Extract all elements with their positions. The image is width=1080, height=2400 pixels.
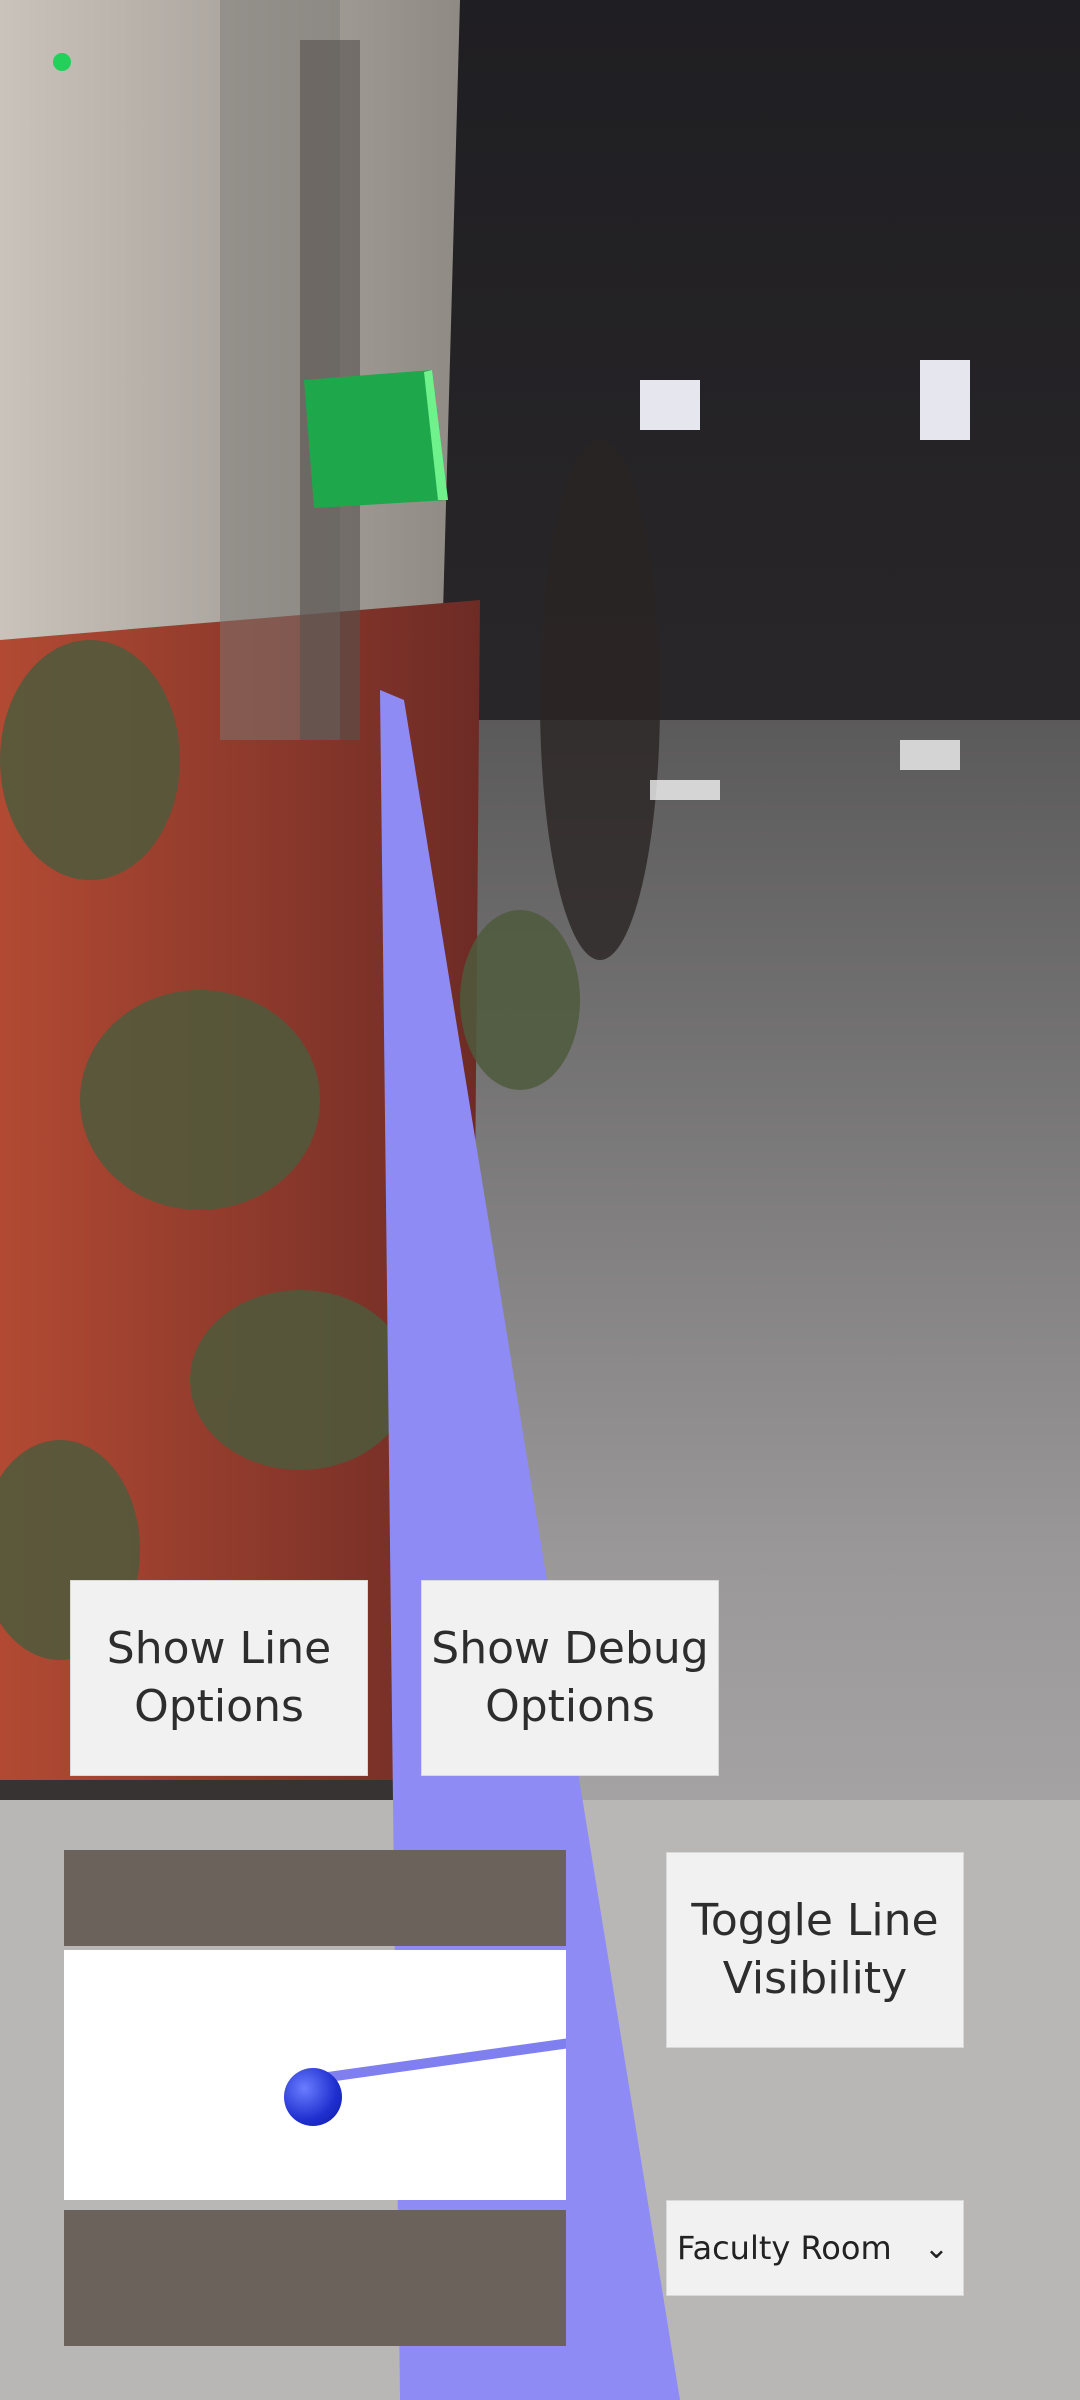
blue-sphere-icon <box>284 2068 342 2126</box>
minimap-path-line <box>313 2037 566 2084</box>
destination-selected-label: Faculty Room <box>677 2229 892 2267</box>
minimap <box>64 1850 566 2346</box>
chevron-down-icon: ⌄ <box>923 2231 949 2266</box>
green-dot-icon <box>53 53 71 71</box>
minimap-corridor <box>64 1950 566 2200</box>
show-debug-options-button[interactable]: Show Debug Options <box>421 1580 719 1776</box>
show-line-options-button[interactable]: Show Line Options <box>70 1580 368 1776</box>
minimap-top-band <box>64 1850 566 1946</box>
destination-dropdown[interactable]: Faculty Room ⌄ <box>666 2200 964 2296</box>
toggle-line-visibility-button[interactable]: Toggle Line Visibility <box>666 1852 964 2048</box>
minimap-bottom-band <box>64 2210 566 2346</box>
